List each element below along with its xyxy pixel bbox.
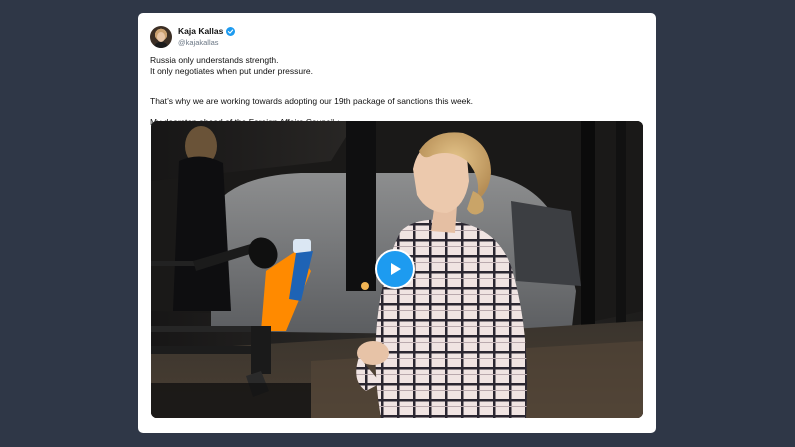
play-icon: [391, 263, 401, 275]
tweet-line-1: Russia only understands strength.: [150, 55, 279, 65]
play-button[interactable]: [375, 249, 415, 289]
author-handle[interactable]: @kajakallas: [178, 38, 219, 47]
tweet-card: Kaja Kallas @kajakallas Russia only unde…: [138, 13, 656, 433]
tweet-line-2: It only negotiates when put under pressu…: [150, 65, 314, 76]
tweet-line-3: That’s why we are working towards adopti…: [150, 96, 474, 106]
video-media[interactable]: [151, 121, 643, 418]
verified-badge-icon: [226, 26, 236, 36]
avatar-body: [154, 42, 168, 48]
author-name-row: Kaja Kallas: [178, 26, 236, 36]
author-avatar[interactable]: [150, 26, 172, 48]
avatar-face: [157, 32, 165, 42]
author-name[interactable]: Kaja Kallas: [178, 26, 223, 36]
tweet-text: Russia only understands strength. It onl…: [150, 55, 640, 127]
